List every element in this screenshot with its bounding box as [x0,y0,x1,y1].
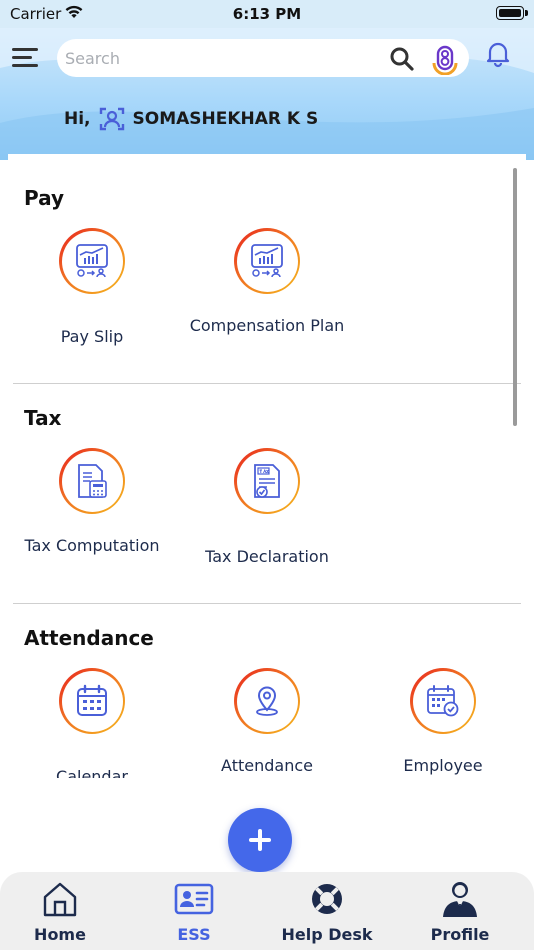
tile-label: Pay Slip [60,327,124,346]
search-icon[interactable] [389,46,415,72]
nav-ess[interactable]: ESS [127,872,261,950]
pay-slip-tile[interactable]: Pay Slip [8,228,180,368]
nav-label: Help Desk [281,925,373,944]
tax-declaration-icon [234,448,300,514]
home-icon [43,882,77,917]
employee-calendar-icon [410,668,476,734]
nav-help-desk[interactable]: Help Desk [260,872,394,950]
search-input[interactable] [65,45,375,71]
calendar-tile[interactable]: Calendar [8,668,180,778]
tax-computation-icon [59,448,125,514]
tile-label: Employee [403,756,483,775]
user-scan-icon [99,107,124,131]
user-profile-icon [443,882,477,917]
search-bar [57,39,469,77]
nav-profile[interactable]: Profile [393,872,527,950]
section-title: Pay [24,186,65,210]
greeting: Hi, SOMASHEKHAR K S [64,106,318,132]
greeting-text: Hi, [64,109,91,129]
tax-declaration-tile[interactable]: Tax Declaration [179,448,355,588]
nav-label: Home [34,925,86,944]
tile-label: Attendance [221,756,313,775]
tile-label: Tax Computation [24,536,160,555]
location-pin-icon [234,668,300,734]
hamburger-menu-icon[interactable] [12,46,40,70]
status-bar: Carrier 6:13 PM [0,0,534,28]
add-fab-button[interactable] [228,808,292,872]
lifebuoy-icon [312,884,342,914]
nav-home[interactable]: Home [0,872,127,950]
section-pay: Pay Pay Slip Compensation Plan [8,154,526,384]
nav-label: ESS [177,925,211,944]
ess-content-panel: Pay Pay Slip Compensation Plan Tax Tax C… [8,154,526,778]
battery-icon [496,6,528,20]
payslip-icon [59,228,125,294]
attendance-tile[interactable]: Attendance [179,668,355,778]
employee-tile[interactable]: Employee [355,668,526,778]
tax-computation-tile[interactable]: Tax Computation [8,448,180,588]
section-tax: Tax Tax Computation Tax Declaration [8,384,526,604]
scrollbar-thumb[interactable] [513,168,517,426]
section-title: Tax [24,406,62,430]
tile-label: Tax Declaration [205,547,329,566]
section-title: Attendance [24,626,154,650]
voice-assistant-icon[interactable] [429,43,461,75]
notification-bell-icon[interactable] [484,40,512,68]
bottom-nav: Home ESS Help Desk Profile [0,872,534,950]
compensation-plan-icon [234,228,300,294]
id-card-icon [174,883,214,915]
calendar-icon [59,668,125,734]
nav-label: Profile [430,925,490,944]
user-name: SOMASHEKHAR K S [132,109,319,129]
clock: 6:13 PM [232,5,302,23]
section-attendance: Attendance Calendar Attendance Employee [8,604,526,778]
compensation-plan-tile[interactable]: Compensation Plan [179,228,355,368]
tile-label: Compensation Plan [189,316,345,335]
app-header: Hi, SOMASHEKHAR K S [0,28,534,160]
tile-label: Calendar [56,767,128,778]
